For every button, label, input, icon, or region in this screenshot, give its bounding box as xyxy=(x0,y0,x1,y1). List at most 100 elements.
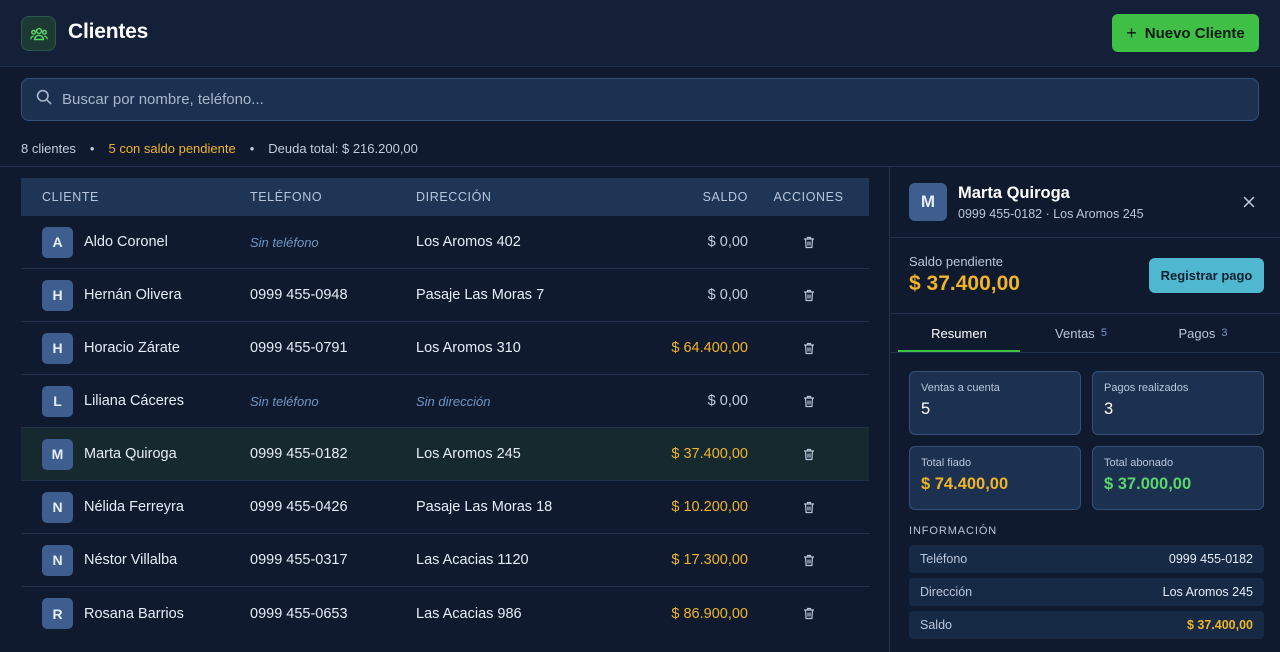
trash-icon[interactable] xyxy=(803,289,815,302)
clients-table: CLIENTE TELÉFONO DIRECCIÓN SALDO ACCIONE… xyxy=(21,178,869,640)
credit-card: Total fiado $ 74.400,00 xyxy=(909,446,1081,510)
sales-card: Ventas a cuenta 5 xyxy=(909,371,1081,435)
client-address: Pasaje Las Moras 7 xyxy=(416,287,545,303)
client-address: Sin dirección xyxy=(416,393,491,409)
table-row[interactable]: H Horacio Zárate 0999 455-0791 Los Aromos… xyxy=(21,322,869,375)
close-icon[interactable] xyxy=(1243,196,1255,208)
header-client[interactable]: CLIENTE xyxy=(21,190,250,204)
card-label: Total fiado xyxy=(921,457,972,469)
client-address: Las Acacias 1120 xyxy=(416,552,529,568)
client-count: 8 clientes xyxy=(21,141,76,156)
table-row[interactable]: R Rosana Barrios 0999 455-0653 Las Acacia… xyxy=(21,587,869,640)
detail-avatar: M xyxy=(909,183,947,221)
client-name: Aldo Coronel xyxy=(84,234,168,250)
info-row-address: Dirección Los Aromos 245 xyxy=(909,578,1264,606)
users-icon xyxy=(21,16,56,51)
pending-count: 5 con saldo pendiente xyxy=(108,141,236,156)
balance-label: Saldo pendiente xyxy=(909,254,1003,269)
tab-count: 3 xyxy=(1221,327,1228,339)
avatar: H xyxy=(42,279,73,311)
header-phone[interactable]: TELÉFONO xyxy=(250,190,416,204)
client-balance: $ 86.900,00 xyxy=(671,605,748,622)
trash-icon[interactable] xyxy=(803,342,815,355)
client-detail-panel: M Marta Quiroga 0999 455-0182 · Los Arom… xyxy=(889,167,1280,652)
client-phone: 0999 455-0791 xyxy=(250,340,348,356)
info-value: Los Aromos 245 xyxy=(1162,585,1253,599)
tab-label: Resumen xyxy=(931,325,987,341)
client-address: Pasaje Las Moras 18 xyxy=(416,499,553,515)
new-client-button[interactable]: + Nuevo Cliente xyxy=(1112,14,1259,52)
detail-tabs: Resumen Ventas 5 Pagos 3 xyxy=(898,314,1264,352)
card-label: Total abonado xyxy=(1104,457,1174,469)
trash-icon[interactable] xyxy=(803,554,815,567)
trash-icon[interactable] xyxy=(803,236,815,249)
register-payment-button[interactable]: Registrar pago xyxy=(1149,258,1264,293)
detail-header: M Marta Quiroga 0999 455-0182 · Los Arom… xyxy=(890,167,1280,238)
payments-card: Pagos realizados 3 xyxy=(1092,371,1264,435)
client-phone: 0999 455-0948 xyxy=(250,287,348,303)
table-row[interactable]: N Nélida Ferreyra 0999 455-0426 Pasaje La… xyxy=(21,481,869,534)
table-row[interactable]: L Liliana Cáceres Sin teléfono Sin direcc… xyxy=(21,375,869,428)
header-address[interactable]: DIRECCIÓN xyxy=(416,190,606,204)
client-phone: Sin teléfono xyxy=(250,234,319,250)
new-client-label: Nuevo Cliente xyxy=(1144,24,1245,42)
search-icon xyxy=(36,89,52,110)
tab-summary[interactable]: Resumen xyxy=(898,314,1020,352)
info-row-balance: Saldo $ 37.400,00 xyxy=(909,611,1264,639)
header-balance[interactable]: SALDO xyxy=(606,190,748,204)
client-name: Horacio Zárate xyxy=(84,340,180,356)
client-name: Rosana Barrios xyxy=(84,605,184,622)
table-row[interactable]: H Hernán Olivera 0999 455-0948 Pasaje Las… xyxy=(21,269,869,322)
client-balance: $ 0,00 xyxy=(707,234,748,250)
client-balance: $ 0,00 xyxy=(707,393,748,409)
client-address: Los Aromos 245 xyxy=(416,446,521,462)
total-debt: Deuda total: $ 216.200,00 xyxy=(268,141,418,156)
table-header: CLIENTE TELÉFONO DIRECCIÓN SALDO ACCIONE… xyxy=(21,178,869,216)
tab-payments[interactable]: Pagos 3 xyxy=(1142,314,1264,352)
avatar: N xyxy=(42,544,73,576)
card-value: $ 74.400,00 xyxy=(921,475,1009,493)
header-actions: ACCIONES xyxy=(773,190,844,204)
card-label: Ventas a cuenta xyxy=(921,382,1000,394)
tab-label: Pagos xyxy=(1178,325,1216,341)
table-row[interactable]: A Aldo Coronel Sin teléfono Los Aromos 40… xyxy=(21,216,869,269)
info-key: Teléfono xyxy=(920,552,968,566)
trash-icon[interactable] xyxy=(803,395,815,408)
client-address: Las Acacias 986 xyxy=(416,605,522,622)
avatar: R xyxy=(42,598,73,629)
trash-icon[interactable] xyxy=(803,501,815,514)
detail-name: Marta Quiroga xyxy=(958,184,1070,202)
avatar: A xyxy=(42,226,73,258)
table-row-selected[interactable]: M Marta Quiroga 0999 455-0182 Los Aromos … xyxy=(21,428,869,481)
detail-subtitle: 0999 455-0182 · Los Aromos 245 xyxy=(958,207,1144,221)
app-header: Clientes + Nuevo Cliente xyxy=(0,0,1280,67)
table-row[interactable]: N Néstor Villalba 0999 455-0317 Las Acaci… xyxy=(21,534,869,587)
card-label: Pagos realizados xyxy=(1104,382,1189,394)
card-value: 3 xyxy=(1104,400,1114,418)
client-name: Néstor Villalba xyxy=(84,552,178,568)
client-phone: 0999 455-0653 xyxy=(250,605,348,622)
divider xyxy=(890,352,1280,353)
client-phone: Sin teléfono xyxy=(250,393,319,409)
info-value: 0999 455-0182 xyxy=(1168,552,1253,566)
client-name: Nélida Ferreyra xyxy=(84,499,184,515)
avatar: L xyxy=(42,385,73,417)
client-balance: $ 37.400,00 xyxy=(671,446,748,462)
plus-icon: + xyxy=(1126,23,1137,43)
search-input[interactable] xyxy=(62,91,1212,108)
info-title: INFORMACIÓN xyxy=(909,525,998,537)
info-key: Dirección xyxy=(920,585,973,599)
trash-icon[interactable] xyxy=(803,607,815,620)
client-phone: 0999 455-0317 xyxy=(250,552,348,568)
trash-icon[interactable] xyxy=(803,448,815,461)
page-title: Clientes xyxy=(68,20,149,43)
balance-amount: $ 37.400,00 xyxy=(909,272,1020,295)
client-name: Marta Quiroga xyxy=(84,446,177,462)
search-bar[interactable] xyxy=(21,78,1259,121)
card-value: 5 xyxy=(921,400,931,418)
info-key: Saldo xyxy=(920,618,952,632)
separator-dot: • xyxy=(89,141,95,156)
tab-label: Ventas xyxy=(1055,325,1095,341)
tab-sales[interactable]: Ventas 5 xyxy=(1020,314,1142,352)
client-phone: 0999 455-0426 xyxy=(250,499,348,515)
